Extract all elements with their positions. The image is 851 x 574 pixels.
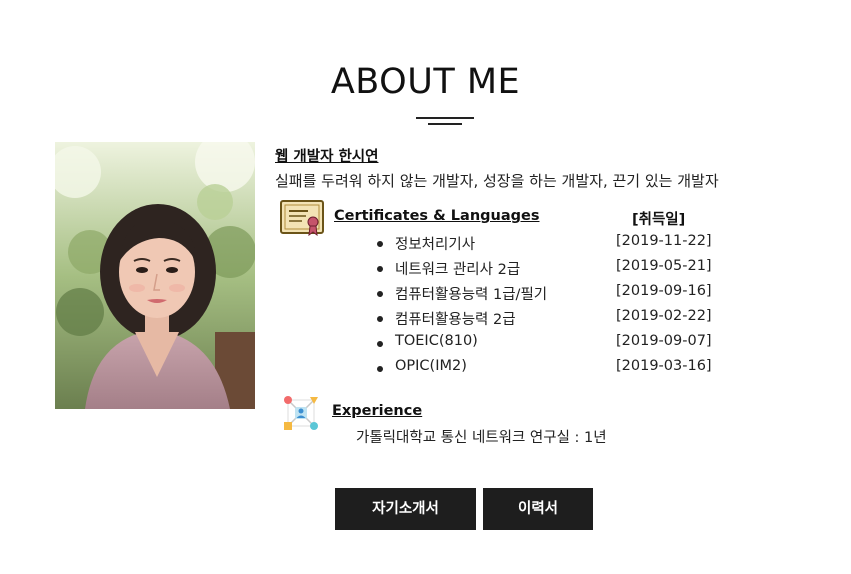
intro-description: 실패를 두려워 하지 않는 개발자, 성장을 하는 개발자, 끈기 있는 개발자 (275, 172, 719, 190)
page-title: ABOUT ME (330, 62, 521, 102)
network-icon (280, 392, 322, 434)
certificate-name: TOEIC(810) (395, 333, 478, 349)
bullet (377, 316, 383, 322)
list-item: 네트워크 관리사 2급 [2019-05-21] (377, 257, 717, 282)
bullet (377, 266, 383, 272)
certificate-list: 정보처리기사 [2019-11-22] 네트워크 관리사 2급 [2019-05… (377, 232, 717, 382)
intro-name: 웹 개발자 한시연 (275, 149, 379, 165)
certificate-date: [2019-09-07] (616, 333, 712, 349)
certificate-icon (280, 200, 324, 237)
certificate-name: 컴퓨터활용능력 2급 (395, 312, 516, 328)
list-item: 컴퓨터활용능력 2급 [2019-02-22] (377, 307, 717, 332)
bullet (377, 241, 383, 247)
title-divider (416, 117, 474, 127)
certificate-name: 네트워크 관리사 2급 (395, 262, 521, 278)
experience-heading: Experience (332, 403, 423, 419)
certificate-date: [2019-09-16] (616, 283, 712, 299)
list-item: TOEIC(810) [2019-09-07] (377, 332, 717, 357)
acquired-date-heading: [취득일] (632, 212, 686, 228)
certificate-name: 컴퓨터활용능력 1급/필기 (395, 287, 548, 303)
certificate-date: [2019-03-16] (616, 358, 712, 374)
profile-photo (55, 142, 255, 409)
cover-letter-button[interactable]: 자기소개서 (335, 488, 476, 530)
certificates-heading: Certificates & Languages (334, 208, 540, 224)
certificate-name: 정보처리기사 (395, 237, 476, 253)
resume-button[interactable]: 이력서 (483, 488, 593, 530)
list-item: OPIC(IM2) [2019-03-16] (377, 357, 717, 382)
experience-item: 가톨릭대학교 통신 네트워크 연구실 : 1년 (356, 430, 607, 446)
certificate-name: OPIC(IM2) (395, 358, 467, 374)
bullet (377, 341, 383, 347)
bullet (377, 291, 383, 297)
list-item: 정보처리기사 [2019-11-22] (377, 232, 717, 257)
certificate-date: [2019-11-22] (616, 233, 712, 249)
list-item: 컴퓨터활용능력 1급/필기 [2019-09-16] (377, 282, 717, 307)
bullet (377, 366, 383, 372)
certificate-date: [2019-05-21] (616, 258, 712, 274)
certificate-date: [2019-02-22] (616, 308, 712, 324)
about-me-page: ABOUT ME 웹 개발자 한시연 실패를 두려워 하지 않는 개발자, 성장… (0, 0, 851, 574)
